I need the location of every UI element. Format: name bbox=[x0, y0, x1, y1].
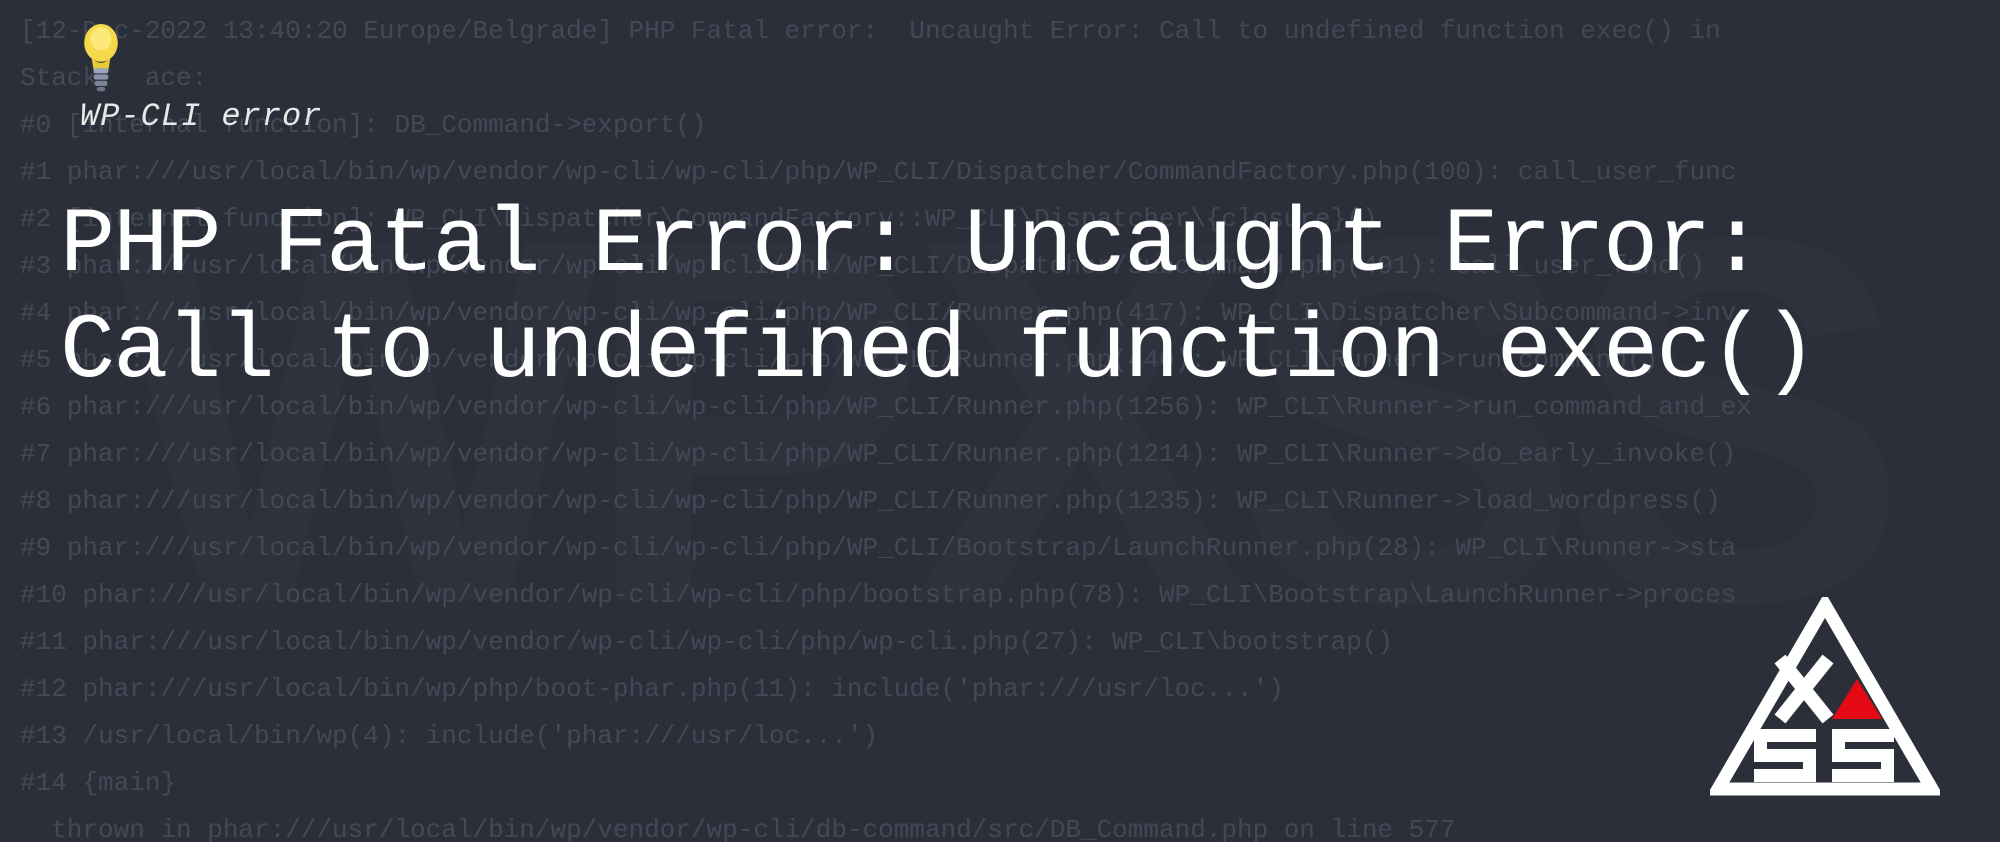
category-label: WP-CLI error bbox=[80, 98, 1940, 135]
lightbulb-icon bbox=[80, 24, 122, 94]
hero-content: WP-CLI error PHP Fatal Error: Uncaught E… bbox=[60, 24, 1940, 405]
brand-logo bbox=[1710, 597, 1940, 802]
page-title: PHP Fatal Error: Uncaught Error: Call to… bbox=[60, 193, 1940, 405]
